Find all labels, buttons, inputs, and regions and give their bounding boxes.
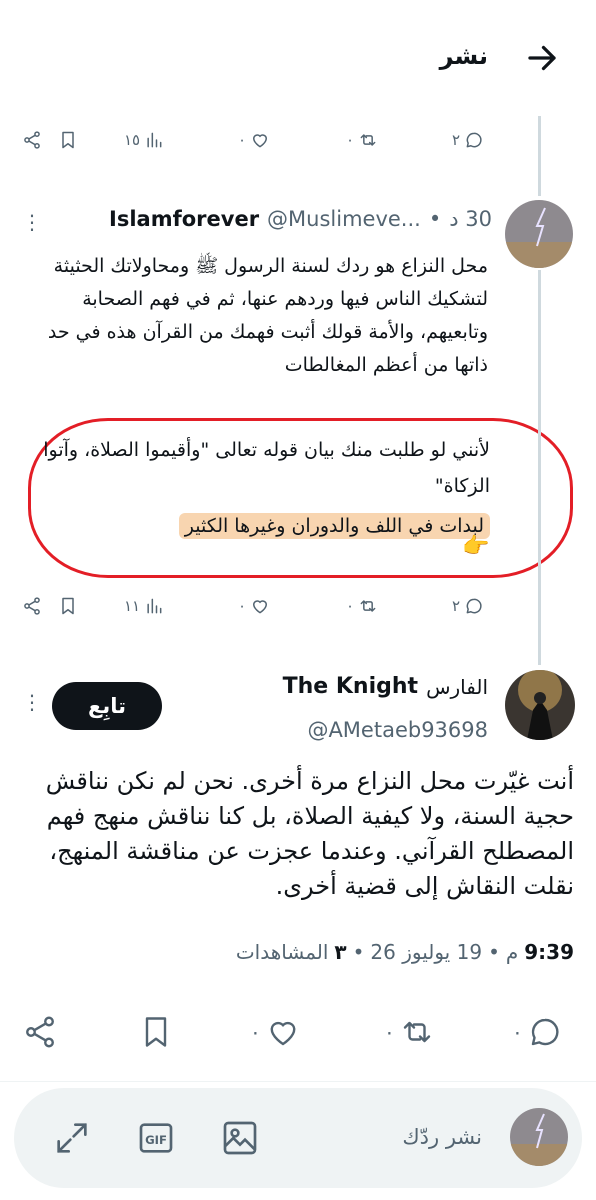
parent-tweet-header: Islamforever @Muslimeve... • 30 د <box>109 207 492 231</box>
retweet-button[interactable]: ٠ <box>346 596 378 616</box>
back-arrow-icon[interactable] <box>524 40 560 76</box>
reply-button[interactable]: ٢ <box>452 130 484 150</box>
replies-count: ٢ <box>452 597 461 615</box>
main-tweet-author: The Knight الفارس <box>283 674 488 699</box>
share-button[interactable] <box>22 130 42 150</box>
bookmark-icon <box>62 131 74 149</box>
divider <box>0 1081 596 1082</box>
heart-icon <box>270 1021 296 1046</box>
retweet-button[interactable]: ٠ <box>346 130 378 150</box>
reply-composer[interactable]: نشر ردّك GIF <box>14 1088 582 1188</box>
tweet-metadata: 9:39 م • 19 يوليوز 26 • ٣ المشاهدات <box>236 940 574 964</box>
gif-icon[interactable]: GIF <box>136 1118 176 1158</box>
main-tweet-actions: ٠ ٠ ٠ <box>0 1014 596 1058</box>
share-button[interactable] <box>22 1014 58 1050</box>
like-button[interactable]: ٠ <box>238 130 270 150</box>
parent-tweet-text: محل النزاع هو ردك لسنة الرسول ﷺ ومحاولات… <box>47 255 488 376</box>
reply-icon <box>466 132 482 148</box>
avatar[interactable] <box>505 200 573 268</box>
share-icon <box>26 1016 54 1048</box>
heart-icon <box>253 600 268 614</box>
share-icon <box>24 131 40 149</box>
avatar[interactable] <box>505 670 575 740</box>
avatar <box>510 1108 568 1166</box>
bookmark-button[interactable] <box>138 1014 174 1050</box>
reply-input[interactable]: نشر ردّك <box>402 1125 482 1149</box>
views-count: ١١ <box>124 597 141 615</box>
retweet-button[interactable]: ٠ <box>384 1014 435 1050</box>
likes-count: ٠ <box>250 1020 261 1044</box>
share-button[interactable] <box>22 596 42 616</box>
reply-button[interactable]: ٢ <box>452 596 484 616</box>
expand-icon[interactable] <box>52 1118 92 1158</box>
follow-button[interactable]: تابِع <box>52 682 162 730</box>
like-button[interactable]: ٠ <box>250 1014 301 1050</box>
retweet-icon <box>360 600 376 612</box>
views-button[interactable]: ١١ <box>124 596 164 616</box>
retweets-count: ٠ <box>346 131 355 149</box>
views-icon <box>147 132 162 148</box>
parent-tweet-quote: لأنني لو طلبت منك بيان قوله تعالى "وأقيم… <box>30 432 490 544</box>
likes-count: ٠ <box>238 131 247 149</box>
author-name-arabic[interactable]: الفارس <box>426 675 488 699</box>
reply-button[interactable]: ٠ <box>512 1014 563 1050</box>
bookmark-icon <box>145 1017 167 1047</box>
reply-icon <box>531 1018 559 1046</box>
bookmark-button[interactable] <box>58 596 78 616</box>
views-button[interactable]: ١٥ <box>124 130 164 150</box>
tweet-date: 19 يوليوز 26 <box>370 940 483 964</box>
separator-dot: • <box>488 940 500 964</box>
retweets-count: ٠ <box>384 1020 395 1044</box>
share-icon <box>24 597 40 615</box>
tweet-time: 30 د <box>449 207 492 231</box>
page-title: نشر <box>439 42 488 70</box>
author-handle[interactable]: @AMetaeb93698 <box>307 718 488 742</box>
author-name[interactable]: The Knight <box>283 674 418 699</box>
views-count: ٣ <box>334 940 347 964</box>
likes-count: ٠ <box>238 597 247 615</box>
image-icon[interactable] <box>220 1118 260 1158</box>
bookmark-icon <box>62 597 74 615</box>
author-handle[interactable]: @Muslimeve... <box>267 207 421 231</box>
retweets-count: ٠ <box>346 597 355 615</box>
reply-icon <box>466 598 482 614</box>
parent-tweet-actions: ١١ ٠ ٠ ٢ <box>0 596 596 626</box>
separator-dot: • <box>352 940 365 964</box>
quote-line: لأنني لو طلبت منك بيان قوله تعالى "وأقيم… <box>43 439 490 497</box>
bookmark-button[interactable] <box>58 130 78 150</box>
thread-line <box>538 116 541 196</box>
views-count: ١٥ <box>124 131 141 149</box>
more-options-icon[interactable]: ⋮ <box>22 690 42 714</box>
views-icon <box>147 598 162 614</box>
header: نشر <box>0 0 596 112</box>
tweet-ampm: م <box>505 940 519 964</box>
retweet-icon <box>360 134 376 146</box>
highlighted-text: لبدات في اللف والدوران وغيرها الكثير <box>178 513 490 539</box>
main-tweet-text: أنت غيّرت محل النزاع مرة أخرى. نحن لم نك… <box>45 767 574 900</box>
more-options-icon[interactable]: ⋮ <box>22 210 43 234</box>
retweet-icon <box>403 1021 430 1043</box>
svg-text:GIF: GIF <box>145 1133 167 1147</box>
author-name[interactable]: Islamforever <box>109 207 259 231</box>
like-button[interactable]: ٠ <box>238 596 270 616</box>
tweet-time: 9:39 <box>524 940 574 964</box>
previous-tweet-actions: ١٥ ٠ ٠ ٢ <box>0 130 596 160</box>
separator-dot: • <box>428 207 442 231</box>
pointing-hand-icon: 👉 <box>462 534 490 559</box>
views-label: المشاهدات <box>235 940 329 964</box>
replies-count: ٠ <box>512 1020 523 1044</box>
replies-count: ٢ <box>452 131 461 149</box>
heart-icon <box>253 134 268 148</box>
